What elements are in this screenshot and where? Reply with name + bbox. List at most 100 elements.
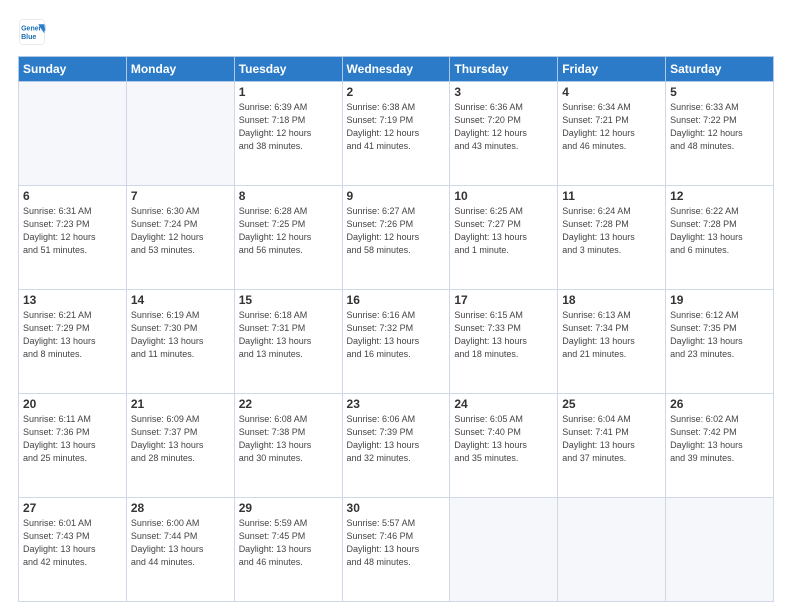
calendar-table: SundayMondayTuesdayWednesdayThursdayFrid… xyxy=(18,56,774,602)
day-info: Sunrise: 5:59 AM Sunset: 7:45 PM Dayligh… xyxy=(239,517,338,569)
calendar-cell: 18 Sunrise: 6:13 AM Sunset: 7:34 PM Dayli… xyxy=(558,290,666,394)
day-info: Sunrise: 6:33 AM Sunset: 7:22 PM Dayligh… xyxy=(670,101,769,153)
day-info: Sunrise: 6:28 AM Sunset: 7:25 PM Dayligh… xyxy=(239,205,338,257)
day-number: 28 xyxy=(131,501,230,515)
calendar-cell: 7 Sunrise: 6:30 AM Sunset: 7:24 PM Daylig… xyxy=(126,186,234,290)
header: General Blue xyxy=(18,18,774,46)
day-number: 30 xyxy=(347,501,446,515)
calendar-cell xyxy=(666,498,774,602)
calendar-week-row: 13Sunrise: 6:21 AM Sunset: 7:29 PM Dayli… xyxy=(19,290,774,394)
calendar-cell: 14Sunrise: 6:19 AM Sunset: 7:30 PM Dayli… xyxy=(126,290,234,394)
day-info: Sunrise: 6:15 AM Sunset: 7:33 PM Dayligh… xyxy=(454,309,553,361)
day-number: 29 xyxy=(239,501,338,515)
day-info: Sunrise: 6:04 AM Sunset: 7:41 PM Dayligh… xyxy=(562,413,661,465)
day-of-week-header: Tuesday xyxy=(234,57,342,82)
day-info: Sunrise: 6:02 AM Sunset: 7:42 PM Dayligh… xyxy=(670,413,769,465)
day-number: 7 xyxy=(131,189,230,203)
day-number: 4 xyxy=(562,85,661,99)
calendar-cell: 10 Sunrise: 6:25 AM Sunset: 7:27 PM Dayli… xyxy=(450,186,558,290)
day-number: 3 xyxy=(454,85,553,99)
day-number: 1 xyxy=(239,85,338,99)
calendar-cell: 6 Sunrise: 6:31 AM Sunset: 7:23 PM Daylig… xyxy=(19,186,127,290)
day-number: 2 xyxy=(347,85,446,99)
calendar-cell: 26 Sunrise: 6:02 AM Sunset: 7:42 PM Dayli… xyxy=(666,394,774,498)
day-number: 15 xyxy=(239,293,338,307)
day-info: Sunrise: 6:31 AM Sunset: 7:23 PM Dayligh… xyxy=(23,205,122,257)
day-info: Sunrise: 6:30 AM Sunset: 7:24 PM Dayligh… xyxy=(131,205,230,257)
calendar-cell: 30 Sunrise: 5:57 AM Sunset: 7:46 PM Dayli… xyxy=(342,498,450,602)
calendar-week-row: 1Sunrise: 6:39 AM Sunset: 7:18 PM Daylig… xyxy=(19,82,774,186)
day-info: Sunrise: 5:57 AM Sunset: 7:46 PM Dayligh… xyxy=(347,517,446,569)
day-number: 17 xyxy=(454,293,553,307)
calendar-cell: 21 Sunrise: 6:09 AM Sunset: 7:37 PM Dayli… xyxy=(126,394,234,498)
calendar-week-row: 6 Sunrise: 6:31 AM Sunset: 7:23 PM Daylig… xyxy=(19,186,774,290)
day-info: Sunrise: 6:09 AM Sunset: 7:37 PM Dayligh… xyxy=(131,413,230,465)
calendar-cell: 4 Sunrise: 6:34 AM Sunset: 7:21 PM Daylig… xyxy=(558,82,666,186)
day-number: 5 xyxy=(670,85,769,99)
day-info: Sunrise: 6:38 AM Sunset: 7:19 PM Dayligh… xyxy=(347,101,446,153)
calendar-cell: 1Sunrise: 6:39 AM Sunset: 7:18 PM Daylig… xyxy=(234,82,342,186)
day-info: Sunrise: 6:12 AM Sunset: 7:35 PM Dayligh… xyxy=(670,309,769,361)
day-of-week-header: Friday xyxy=(558,57,666,82)
day-number: 8 xyxy=(239,189,338,203)
day-info: Sunrise: 6:34 AM Sunset: 7:21 PM Dayligh… xyxy=(562,101,661,153)
calendar-week-row: 27 Sunrise: 6:01 AM Sunset: 7:43 PM Dayli… xyxy=(19,498,774,602)
day-info: Sunrise: 6:05 AM Sunset: 7:40 PM Dayligh… xyxy=(454,413,553,465)
day-of-week-header: Sunday xyxy=(19,57,127,82)
day-of-week-header: Monday xyxy=(126,57,234,82)
calendar-week-row: 20Sunrise: 6:11 AM Sunset: 7:36 PM Dayli… xyxy=(19,394,774,498)
calendar-cell: 25 Sunrise: 6:04 AM Sunset: 7:41 PM Dayli… xyxy=(558,394,666,498)
calendar-cell: 28 Sunrise: 6:00 AM Sunset: 7:44 PM Dayli… xyxy=(126,498,234,602)
page: General Blue SundayMondayTuesdayWednesda… xyxy=(0,0,792,612)
calendar-cell xyxy=(450,498,558,602)
day-number: 25 xyxy=(562,397,661,411)
calendar-cell: 29 Sunrise: 5:59 AM Sunset: 7:45 PM Dayli… xyxy=(234,498,342,602)
day-info: Sunrise: 6:24 AM Sunset: 7:28 PM Dayligh… xyxy=(562,205,661,257)
calendar-cell xyxy=(19,82,127,186)
logo: General Blue xyxy=(18,18,50,46)
calendar-cell: 12Sunrise: 6:22 AM Sunset: 7:28 PM Dayli… xyxy=(666,186,774,290)
calendar-cell: 19 Sunrise: 6:12 AM Sunset: 7:35 PM Dayli… xyxy=(666,290,774,394)
logo-icon: General Blue xyxy=(18,18,46,46)
calendar-cell: 8 Sunrise: 6:28 AM Sunset: 7:25 PM Daylig… xyxy=(234,186,342,290)
day-info: Sunrise: 6:06 AM Sunset: 7:39 PM Dayligh… xyxy=(347,413,446,465)
calendar-cell: 27 Sunrise: 6:01 AM Sunset: 7:43 PM Dayli… xyxy=(19,498,127,602)
day-number: 19 xyxy=(670,293,769,307)
calendar-cell: 11Sunrise: 6:24 AM Sunset: 7:28 PM Dayli… xyxy=(558,186,666,290)
day-info: Sunrise: 6:25 AM Sunset: 7:27 PM Dayligh… xyxy=(454,205,553,257)
calendar-header-row: SundayMondayTuesdayWednesdayThursdayFrid… xyxy=(19,57,774,82)
calendar-cell: 20Sunrise: 6:11 AM Sunset: 7:36 PM Dayli… xyxy=(19,394,127,498)
calendar-cell: 24Sunrise: 6:05 AM Sunset: 7:40 PM Dayli… xyxy=(450,394,558,498)
calendar-cell: 22Sunrise: 6:08 AM Sunset: 7:38 PM Dayli… xyxy=(234,394,342,498)
day-of-week-header: Saturday xyxy=(666,57,774,82)
calendar-cell xyxy=(126,82,234,186)
day-info: Sunrise: 6:11 AM Sunset: 7:36 PM Dayligh… xyxy=(23,413,122,465)
day-number: 23 xyxy=(347,397,446,411)
svg-text:Blue: Blue xyxy=(21,34,36,41)
day-info: Sunrise: 6:27 AM Sunset: 7:26 PM Dayligh… xyxy=(347,205,446,257)
calendar-cell: 23 Sunrise: 6:06 AM Sunset: 7:39 PM Dayli… xyxy=(342,394,450,498)
calendar-cell: 5 Sunrise: 6:33 AM Sunset: 7:22 PM Daylig… xyxy=(666,82,774,186)
day-number: 6 xyxy=(23,189,122,203)
day-info: Sunrise: 6:00 AM Sunset: 7:44 PM Dayligh… xyxy=(131,517,230,569)
day-number: 13 xyxy=(23,293,122,307)
calendar-cell: 9 Sunrise: 6:27 AM Sunset: 7:26 PM Daylig… xyxy=(342,186,450,290)
calendar-cell: 17 Sunrise: 6:15 AM Sunset: 7:33 PM Dayli… xyxy=(450,290,558,394)
day-number: 16 xyxy=(347,293,446,307)
day-info: Sunrise: 6:13 AM Sunset: 7:34 PM Dayligh… xyxy=(562,309,661,361)
day-number: 10 xyxy=(454,189,553,203)
day-number: 27 xyxy=(23,501,122,515)
day-number: 9 xyxy=(347,189,446,203)
day-info: Sunrise: 6:19 AM Sunset: 7:30 PM Dayligh… xyxy=(131,309,230,361)
day-info: Sunrise: 6:01 AM Sunset: 7:43 PM Dayligh… xyxy=(23,517,122,569)
calendar-cell: 2 Sunrise: 6:38 AM Sunset: 7:19 PM Daylig… xyxy=(342,82,450,186)
day-number: 26 xyxy=(670,397,769,411)
day-number: 21 xyxy=(131,397,230,411)
day-number: 18 xyxy=(562,293,661,307)
calendar-cell xyxy=(558,498,666,602)
day-info: Sunrise: 6:16 AM Sunset: 7:32 PM Dayligh… xyxy=(347,309,446,361)
day-info: Sunrise: 6:36 AM Sunset: 7:20 PM Dayligh… xyxy=(454,101,553,153)
day-info: Sunrise: 6:22 AM Sunset: 7:28 PM Dayligh… xyxy=(670,205,769,257)
day-info: Sunrise: 6:08 AM Sunset: 7:38 PM Dayligh… xyxy=(239,413,338,465)
day-of-week-header: Thursday xyxy=(450,57,558,82)
